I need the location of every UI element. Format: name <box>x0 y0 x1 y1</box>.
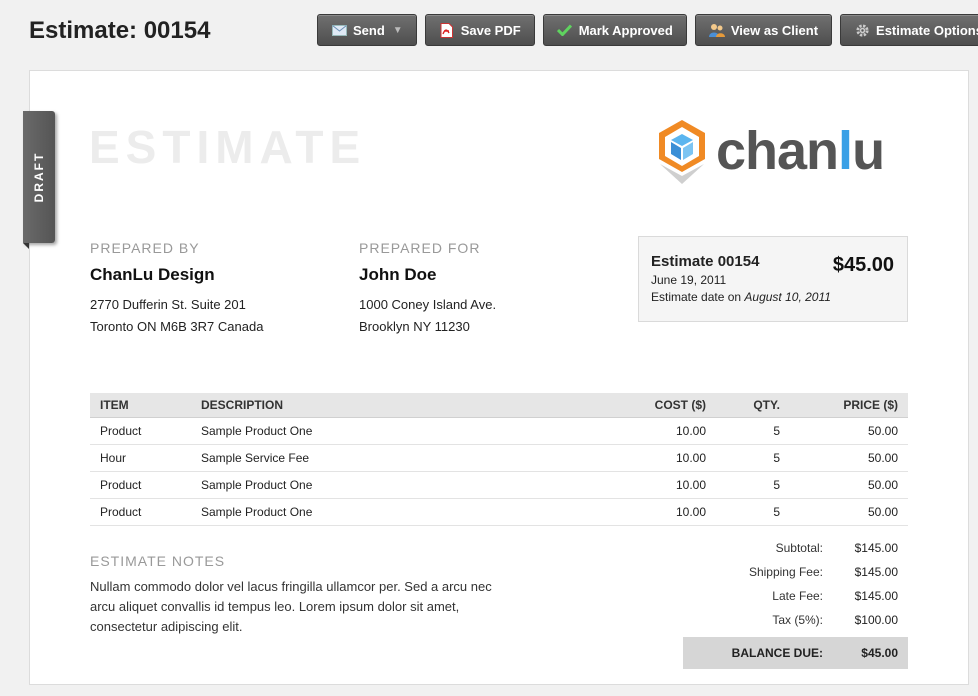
subtotal-row: Subtotal: $145.00 <box>683 536 908 560</box>
column-header-cost: COST ($) <box>571 393 716 418</box>
cell-price: 50.00 <box>790 471 908 499</box>
prepared-by-label: PREPARED BY <box>90 240 200 256</box>
cell-description: Sample Product One <box>191 498 571 526</box>
tax-label: Tax (5%): <box>772 613 823 627</box>
draft-ribbon: DRAFT <box>23 111 55 249</box>
totals-block: Subtotal: $145.00 Shipping Fee: $145.00 … <box>683 536 908 632</box>
view-as-client-button[interactable]: View as Client <box>694 14 833 46</box>
cell-item: Product <box>90 498 191 526</box>
send-label: Send <box>353 22 385 38</box>
company-logo: chanlu <box>656 118 885 184</box>
save-pdf-label: Save PDF <box>460 22 521 38</box>
cell-cost: 10.00 <box>571 444 716 472</box>
cell-cost: 10.00 <box>571 471 716 499</box>
cell-qty: 5 <box>716 444 790 472</box>
prepared-for-address-1: 1000 Coney Island Ave. <box>359 297 497 312</box>
prepared-by-address-2: Toronto ON M6B 3R7 Canada <box>90 319 264 334</box>
cell-price: 50.00 <box>790 498 908 526</box>
cell-price: 50.00 <box>790 444 908 472</box>
subtotal-value: $145.00 <box>854 541 898 555</box>
cell-item: Hour <box>90 444 191 472</box>
cell-qty: 5 <box>716 417 790 445</box>
pdf-icon <box>439 22 455 38</box>
estimate-options-label: Estimate Options <box>876 22 978 38</box>
send-button[interactable]: Send ▼ <box>317 14 417 46</box>
estimate-options-button[interactable]: Estimate Options ▼ <box>840 14 978 46</box>
toolbar: Send ▼ Save PDF Mark Approved View as Cl… <box>317 14 978 46</box>
estimate-date-line: Estimate date on August 10, 2011 <box>651 290 831 304</box>
save-pdf-button[interactable]: Save PDF <box>424 14 535 46</box>
notes-text: Nullam commodo dolor vel lacus fringilla… <box>90 579 492 634</box>
table-row: Product Sample Product One 10.00 5 50.00 <box>90 498 908 526</box>
table-header-row: ITEM DESCRIPTION COST ($) QTY. PRICE ($) <box>90 393 908 418</box>
cell-cost: 10.00 <box>571 417 716 445</box>
column-header-item: ITEM <box>90 393 191 418</box>
shipping-fee-value: $145.00 <box>854 565 898 579</box>
draft-label: DRAFT <box>32 151 46 203</box>
table-row: Hour Sample Service Fee 10.00 5 50.00 <box>90 444 908 472</box>
envelope-icon <box>331 22 347 38</box>
chevron-down-icon: ▼ <box>392 24 403 36</box>
balance-due-label: BALANCE DUE: <box>731 646 823 660</box>
users-icon <box>708 22 725 38</box>
gear-icon <box>854 22 870 38</box>
mark-approved-label: Mark Approved <box>578 22 673 38</box>
shipping-fee-label: Shipping Fee: <box>748 565 823 579</box>
balance-due-value: $45.00 <box>861 646 898 660</box>
prepared-by-name: ChanLu Design <box>90 265 215 284</box>
line-items-table: ITEM DESCRIPTION COST ($) QTY. PRICE ($)… <box>90 393 908 526</box>
tax-value: $100.00 <box>854 613 898 627</box>
cell-item: Product <box>90 471 191 499</box>
cube-logo-icon <box>659 120 705 184</box>
prepared-for-address-2: Brooklyn NY 11230 <box>359 319 470 334</box>
cell-price: 50.00 <box>790 417 908 445</box>
cell-cost: 10.00 <box>571 498 716 526</box>
table-row: Product Sample Product One 10.00 5 50.00 <box>90 471 908 499</box>
column-header-price: PRICE ($) <box>790 393 908 418</box>
view-as-client-label: View as Client <box>730 22 819 38</box>
subtotal-label: Subtotal: <box>775 541 823 555</box>
estimate-summary: Estimate 00154 $45.00 June 19, 2011 Esti… <box>638 236 908 322</box>
cell-description: Sample Product One <box>191 471 571 499</box>
prepared-by-address-1: 2770 Dufferin St. Suite 201 <box>90 297 246 312</box>
late-fee-row: Late Fee: $145.00 <box>683 584 908 608</box>
checkmark-icon <box>557 22 573 38</box>
column-header-qty: QTY. <box>716 393 790 418</box>
tax-row: Tax (5%): $100.00 <box>683 608 908 632</box>
prepared-for-name: John Doe <box>359 265 437 284</box>
prepared-for-block: PREPARED FOR John Doe 1000 Coney Island … <box>359 240 496 338</box>
mark-approved-button[interactable]: Mark Approved <box>542 14 687 46</box>
cell-qty: 5 <box>716 498 790 526</box>
estimate-notes: ESTIMATE NOTES Nullam commodo dolor vel … <box>90 553 510 637</box>
late-fee-value: $145.00 <box>854 589 898 603</box>
cell-item: Product <box>90 417 191 445</box>
balance-due-row: BALANCE DUE: $45.00 <box>683 637 908 669</box>
logo-wordmark: chanlu <box>716 121 885 181</box>
page-title: Estimate: 00154 <box>29 17 211 44</box>
cell-description: Sample Service Fee <box>191 444 571 472</box>
table-row: Product Sample Product One 10.00 5 50.00 <box>90 417 908 445</box>
cell-description: Sample Product One <box>191 417 571 445</box>
prepared-by-block: PREPARED BY ChanLu Design 2770 Dufferin … <box>90 240 263 338</box>
prepared-for-label: PREPARED FOR <box>359 240 481 256</box>
estimate-amount: $45.00 <box>832 254 894 276</box>
document-heading: ESTIMATE <box>89 121 367 173</box>
cell-qty: 5 <box>716 471 790 499</box>
notes-label: ESTIMATE NOTES <box>90 553 226 569</box>
late-fee-label: Late Fee: <box>772 589 823 603</box>
shipping-fee-row: Shipping Fee: $145.00 <box>683 560 908 584</box>
column-header-description: DESCRIPTION <box>191 393 571 418</box>
